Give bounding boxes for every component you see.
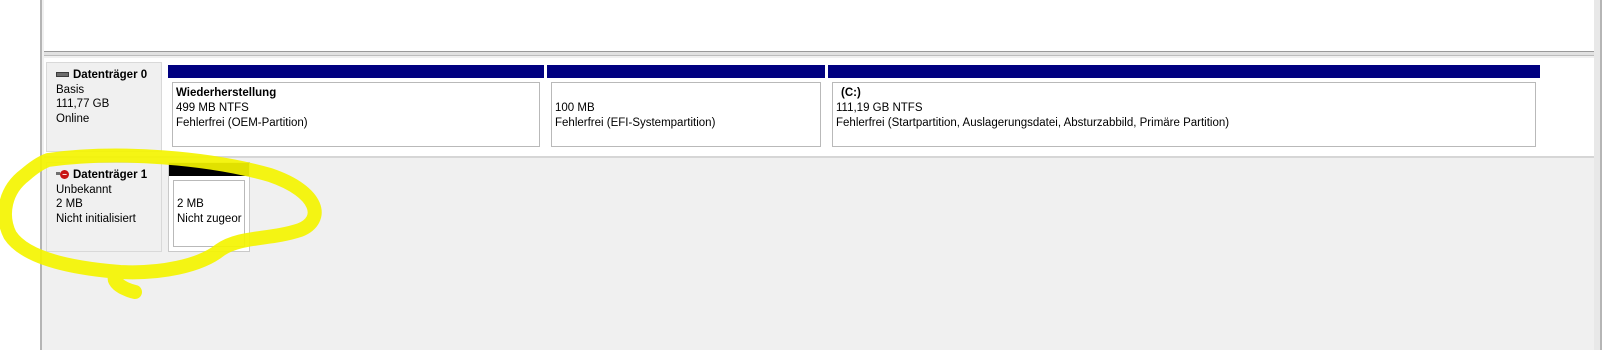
partition-recovery[interactable]: Wiederherstellung 499 MB NTFS Fehlerfrei… — [168, 65, 544, 151]
disk-error-icon: − — [56, 170, 70, 180]
disk-1-title: − Datenträger 1 — [56, 168, 161, 183]
disk-0-title: Datenträger 0 — [56, 68, 161, 83]
partition-size: 111,19 GB NTFS — [836, 102, 923, 114]
partition-efi-info: 100 MB Fehlerfrei (EFI-Systempartition) — [551, 82, 821, 147]
partition-c[interactable]: (C:) 111,19 GB NTFS Fehlerfrei (Startpar… — [828, 65, 1540, 151]
partition-type-bar — [547, 65, 825, 78]
disk-0-type: Basis — [56, 83, 85, 96]
partition-status: Fehlerfrei (Startpartition, Auslagerungs… — [836, 117, 1230, 129]
partition-status: Fehlerfrei (EFI-Systempartition) — [555, 117, 716, 129]
disk-row-0: Datenträger 0 Basis 111,77 GB Online Wie… — [44, 58, 1594, 158]
partition-recovery-info: Wiederherstellung 499 MB NTFS Fehlerfrei… — [172, 82, 540, 147]
partition-size: 499 MB NTFS — [176, 102, 249, 114]
partition-type-bar — [828, 65, 1540, 78]
disk-1-type: Unbekannt — [56, 183, 112, 196]
pane-splitter[interactable] — [44, 52, 1594, 56]
partition-unallocated-info: 2 MB Nicht zugeor — [173, 180, 245, 247]
partition-unallocated[interactable]: 2 MB Nicht zugeor — [168, 162, 250, 252]
partition-name: (C:) — [841, 87, 861, 99]
partition-c-info: (C:) 111,19 GB NTFS Fehlerfrei (Startpar… — [832, 82, 1536, 147]
partition-type-bar — [168, 65, 544, 78]
disk-0-label[interactable]: Datenträger 0 Basis 111,77 GB Online — [46, 62, 162, 152]
partition-status: Nicht zugeor — [177, 213, 242, 225]
partition-name: Wiederherstellung — [176, 87, 277, 99]
vertical-scrollbar[interactable] — [1594, 0, 1600, 350]
disk-management-window: Datenträger 0 Basis 111,77 GB Online Wie… — [40, 0, 1602, 350]
disk-1-status: Nicht initialisiert — [56, 212, 136, 225]
disk-1-name: Datenträger 1 — [73, 169, 148, 181]
disk-row-1: − Datenträger 1 Unbekannt 2 MB Nicht ini… — [44, 158, 1594, 350]
partition-efi[interactable]: 100 MB Fehlerfrei (EFI-Systempartition) — [547, 65, 825, 151]
disk-1-size: 2 MB — [56, 198, 83, 210]
partition-size: 100 MB — [555, 102, 595, 114]
hard-disk-icon — [56, 71, 70, 79]
disk-1-label[interactable]: − Datenträger 1 Unbekannt 2 MB Nicht ini… — [46, 162, 162, 252]
partition-type-bar — [169, 163, 249, 176]
partition-name — [555, 86, 820, 101]
volume-list-pane[interactable] — [44, 0, 1594, 52]
partition-size: 2 MB — [177, 198, 204, 210]
disk-0-status: Online — [56, 112, 90, 125]
disk-0-size: 111,77 GB — [56, 98, 110, 110]
disk-0-name: Datenträger 0 — [73, 69, 148, 81]
partition-status: Fehlerfrei (OEM-Partition) — [176, 117, 308, 129]
